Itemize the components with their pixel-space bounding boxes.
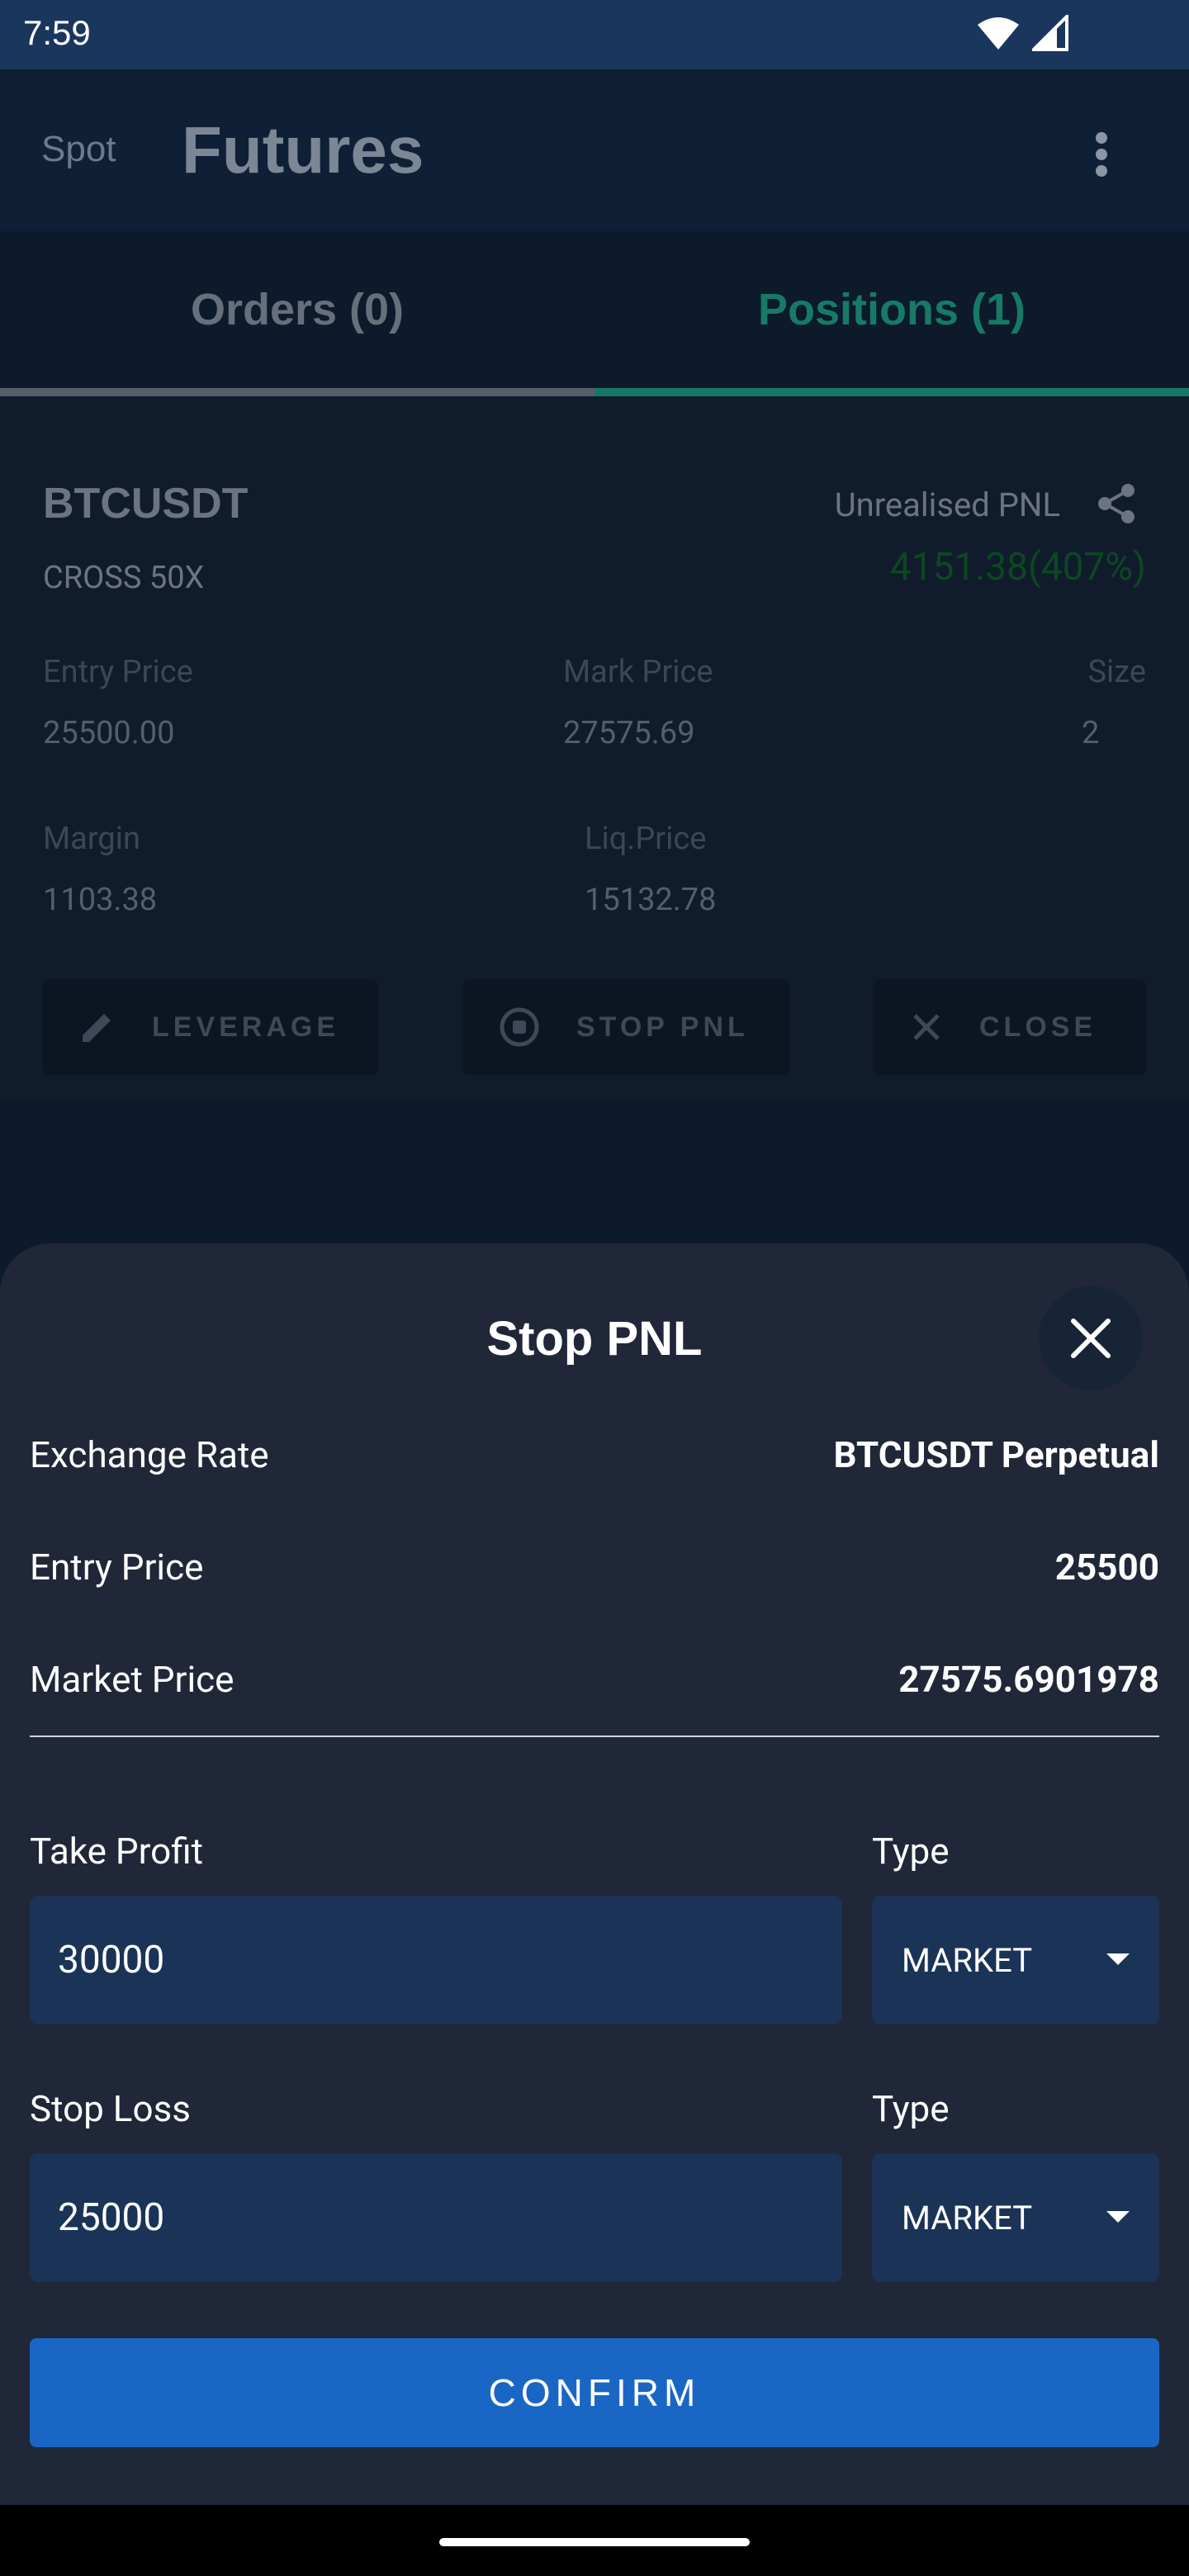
- stop-loss-label: Stop Loss: [30, 2087, 192, 2130]
- take-profit-input[interactable]: 30000: [30, 1896, 842, 2024]
- margin-label: Margin: [43, 821, 140, 857]
- leverage-button[interactable]: LEVERAGE: [43, 979, 378, 1075]
- close-position-button[interactable]: CLOSE: [874, 979, 1146, 1075]
- mark-price-value: 27575.69: [563, 715, 695, 751]
- wifi-icon: [978, 17, 1019, 50]
- unrealised-pnl-label: Unrealised PNL: [834, 485, 1060, 524]
- system-nav-bar: [0, 2505, 1189, 2576]
- position-mode: CROSS 50X: [43, 560, 205, 596]
- exchange-rate-label: Exchange Rate: [30, 1433, 269, 1476]
- leverage-button-label: LEVERAGE: [152, 1011, 340, 1043]
- confirm-button-label: CONFIRM: [488, 2371, 701, 2414]
- cell-signal-icon: [1032, 15, 1068, 51]
- stop-circle-icon: [500, 1007, 539, 1047]
- take-profit-label: Take Profit: [30, 1830, 203, 1873]
- close-icon: [1071, 1319, 1111, 1358]
- liq-price-value: 15132.78: [585, 882, 717, 918]
- sheet-title: Stop PNL: [486, 1312, 703, 1366]
- sheet-close-button[interactable]: [1039, 1286, 1143, 1390]
- tab-indicator-inactive: [0, 388, 594, 396]
- share-icon[interactable]: [1095, 482, 1138, 525]
- pencil-icon: [83, 1014, 111, 1042]
- page-title: Futures: [182, 113, 424, 187]
- tab-bar: Orders (0) Positions (1): [0, 231, 1189, 396]
- entry-price-label: Entry Price: [43, 654, 193, 690]
- take-profit-type-select[interactable]: MARKET: [872, 1896, 1159, 2024]
- tab-positions[interactable]: Positions (1): [594, 231, 1189, 388]
- status-icons: [976, 15, 1068, 51]
- stop-pnl-button-label: STOP PNL: [576, 1011, 749, 1043]
- position-card: BTCUSDT CROSS 50X Unrealised PNL 4151.38…: [0, 396, 1189, 1100]
- take-profit-type-value: MARKET: [902, 1940, 1033, 1980]
- take-profit-value: 30000: [58, 1938, 165, 1982]
- margin-value: 1103.38: [43, 882, 158, 918]
- stop-loss-input[interactable]: 25000: [30, 2153, 842, 2282]
- liq-price-label: Liq.Price: [585, 821, 707, 857]
- exchange-rate-value: BTCUSDT Perpetual: [833, 1433, 1159, 1476]
- entry-price-value: 25500.00: [43, 715, 175, 751]
- more-menu-icon[interactable]: [1093, 127, 1110, 185]
- sheet-entry-price-label: Entry Price: [30, 1546, 204, 1589]
- status-time: 7:59: [23, 13, 91, 52]
- home-gesture-handle[interactable]: [439, 2538, 750, 2546]
- exchange-rate-row: Exchange Rate BTCUSDT Perpetual: [30, 1433, 1159, 1476]
- stop-pnl-sheet: Stop PNL Exchange Rate BTCUSDT Perpetual…: [0, 1243, 1189, 2505]
- stop-loss-value: 25000: [58, 2195, 165, 2240]
- sheet-entry-price-value: 25500: [1054, 1546, 1159, 1589]
- app-bar: Spot Futures: [0, 69, 1189, 231]
- mark-price-label: Mark Price: [563, 654, 713, 690]
- chevron-down-icon: [1106, 1953, 1130, 1965]
- market-price-value: 27575.6901978: [898, 1658, 1159, 1701]
- spot-link[interactable]: Spot: [41, 129, 116, 170]
- chevron-down-icon: [1106, 2211, 1130, 2223]
- tab-indicator-active: [594, 388, 1189, 396]
- position-symbol: BTCUSDT: [43, 480, 249, 528]
- entry-price-row: Entry Price 25500: [30, 1546, 1159, 1589]
- confirm-button[interactable]: CONFIRM: [30, 2338, 1159, 2447]
- take-profit-type-label: Type: [872, 1830, 950, 1873]
- stop-loss-type-value: MARKET: [902, 2198, 1033, 2237]
- stop-loss-type-label: Type: [872, 2087, 950, 2130]
- size-value: 2: [1082, 715, 1100, 751]
- status-bar: 7:59: [0, 0, 1189, 69]
- size-label: Size: [1087, 654, 1146, 690]
- unrealised-pnl-value: 4151.38(407%): [889, 545, 1146, 590]
- stop-loss-type-select[interactable]: MARKET: [872, 2153, 1159, 2282]
- tab-orders[interactable]: Orders (0): [0, 231, 594, 388]
- close-icon: [913, 1014, 940, 1040]
- close-position-button-label: CLOSE: [979, 1011, 1097, 1043]
- divider: [30, 1735, 1159, 1737]
- market-price-row: Market Price 27575.6901978: [30, 1658, 1159, 1701]
- stop-pnl-button[interactable]: STOP PNL: [462, 979, 789, 1075]
- market-price-label: Market Price: [30, 1658, 234, 1701]
